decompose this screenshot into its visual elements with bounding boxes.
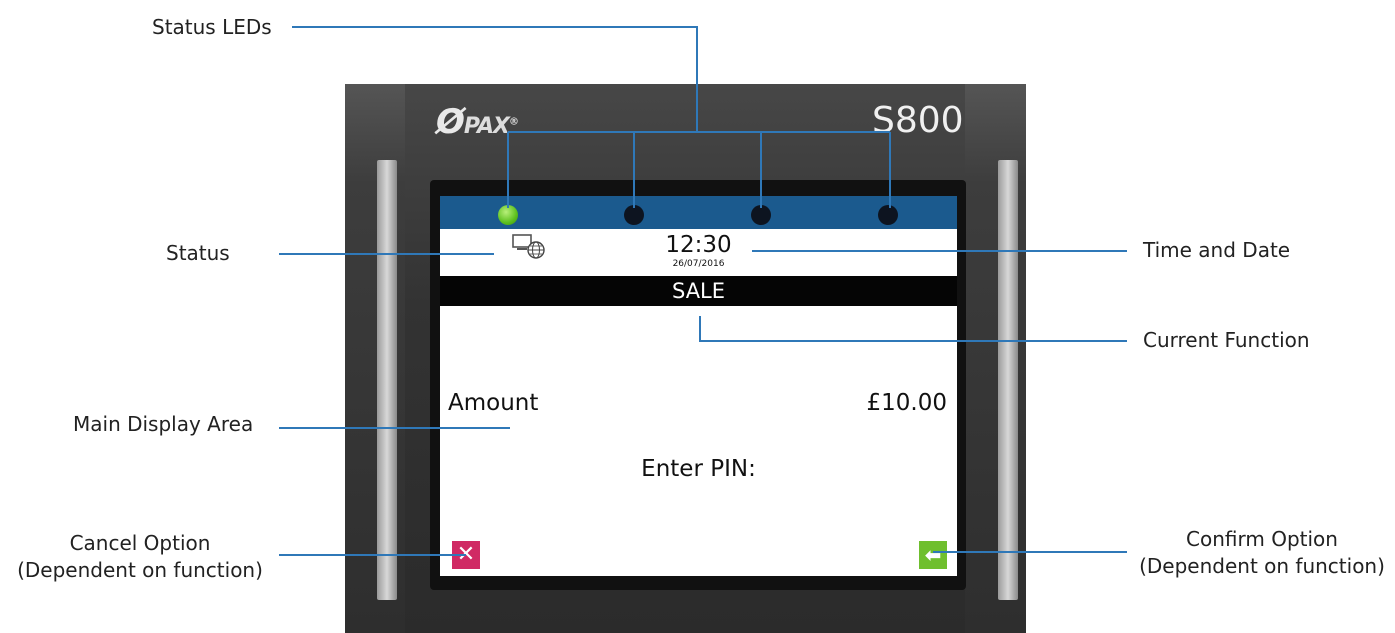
label-cancel-option: Cancel Option (Dependent on function): [4, 530, 276, 584]
confirm-button[interactable]: ⬅: [919, 541, 947, 569]
cancel-option-title: Cancel Option: [69, 531, 211, 555]
brand-name: PAX: [463, 114, 510, 139]
left-side-strip: [377, 160, 397, 600]
label-current-function: Current Function: [1143, 328, 1310, 352]
status-led-bar: [440, 196, 957, 229]
label-status-leds: Status LEDs: [152, 15, 272, 39]
status-led-4: [878, 205, 898, 225]
clock-time: 12:30: [665, 232, 732, 258]
cancel-option-note: (Dependent on function): [17, 558, 263, 582]
amount-label: Amount: [448, 390, 539, 416]
label-confirm-option: Confirm Option (Dependent on function): [1131, 526, 1393, 580]
close-icon: ✕: [456, 542, 476, 567]
pax-logo-icon: Ø: [436, 102, 465, 142]
confirm-option-note: (Dependent on function): [1139, 554, 1385, 578]
status-row: 12:30 26/07/2016: [440, 229, 957, 276]
label-status: Status: [166, 241, 230, 265]
label-time-and-date: Time and Date: [1143, 238, 1291, 262]
brand-logo: ØPAX®: [436, 102, 519, 142]
amount-value: £10.00: [866, 390, 947, 416]
status-led-1: [498, 205, 518, 225]
label-main-display-area: Main Display Area: [73, 412, 254, 436]
model-name: S800: [872, 100, 964, 141]
pin-prompt: Enter PIN:: [641, 456, 756, 482]
terminal-screen: 12:30 26/07/2016 SALE Amount £10.00 Ente…: [440, 196, 957, 576]
status-led-3: [751, 205, 771, 225]
clock-date: 26/07/2016: [672, 259, 725, 269]
cancel-button[interactable]: ✕: [452, 541, 480, 569]
status-led-2: [624, 205, 644, 225]
right-side-strip: [998, 160, 1018, 600]
current-function-bar: SALE: [440, 276, 957, 306]
enter-arrow-icon: ⬅: [924, 543, 942, 567]
confirm-option-title: Confirm Option: [1186, 527, 1338, 551]
